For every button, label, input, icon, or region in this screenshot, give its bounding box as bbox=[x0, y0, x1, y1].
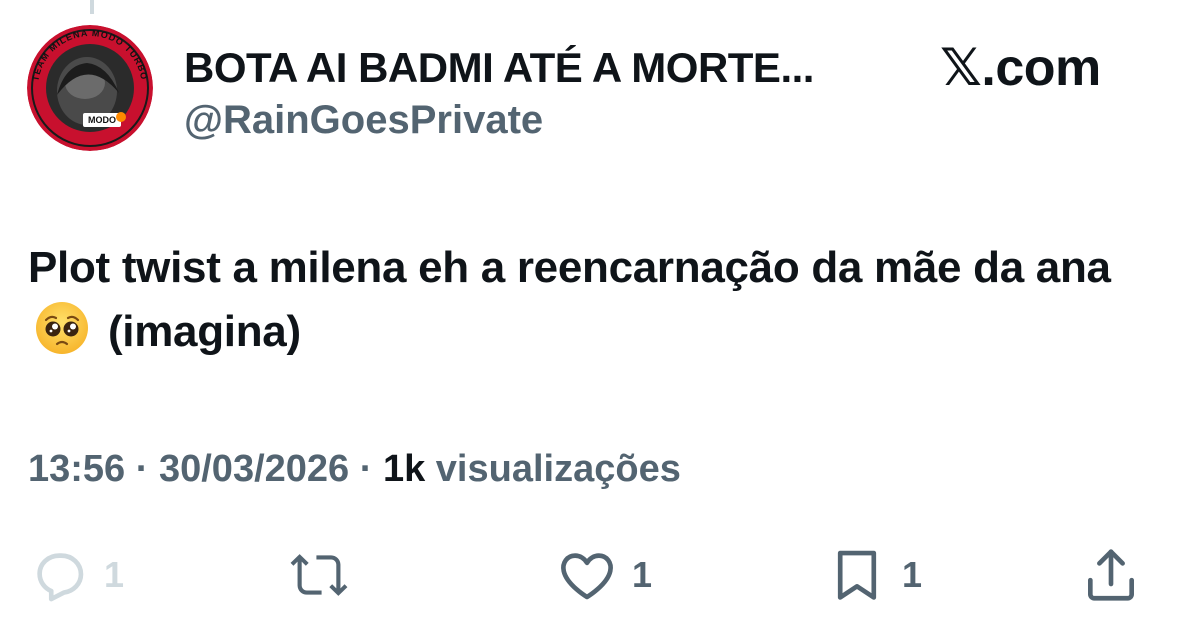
bookmark-count: 1 bbox=[902, 554, 923, 595]
bookmark-button[interactable]: 1 bbox=[826, 540, 922, 610]
reply-button[interactable]: 1 bbox=[28, 540, 124, 610]
tweet-card: MODO TEAM MILENA MODO TURBO BOTA AI BADM… bbox=[0, 0, 1179, 628]
reply-icon bbox=[37, 553, 84, 602]
display-name[interactable]: BOTA AI BADMI ATÉ A MORTE... bbox=[184, 44, 814, 92]
reply-count: 1 bbox=[104, 554, 125, 595]
tweet-text-part1: Plot twist a milena eh a reencarnação da… bbox=[28, 243, 1111, 292]
tweet-date[interactable]: 30/03/2026 bbox=[159, 448, 349, 490]
user-handle[interactable]: @RainGoesPrivate bbox=[184, 98, 543, 143]
tweet-meta: 13:56 · 30/03/2026 · 1k visualizações bbox=[28, 448, 681, 491]
meta-separator: · bbox=[359, 448, 373, 490]
avatar-image: MODO TEAM MILENA MODO TURBO bbox=[27, 25, 153, 151]
thread-connector-line bbox=[90, 0, 94, 14]
views-count: 1k bbox=[382, 448, 426, 490]
bookmark-icon bbox=[837, 550, 877, 600]
repost-icon bbox=[290, 554, 348, 596]
like-button[interactable]: 1 bbox=[556, 540, 652, 610]
tweet-text: Plot twist a milena eh a reencarnação da… bbox=[28, 236, 1128, 364]
heart-icon bbox=[561, 553, 613, 600]
share-button[interactable] bbox=[1080, 540, 1142, 610]
repost-button[interactable] bbox=[288, 540, 350, 610]
pleading-face-emoji-icon bbox=[34, 300, 90, 356]
views-label: visualizações bbox=[435, 448, 681, 490]
action-bar: 1 1 1 bbox=[0, 540, 1179, 610]
tweet-text-part2: (imagina) bbox=[107, 307, 301, 356]
meta-separator: · bbox=[135, 448, 149, 490]
share-icon bbox=[1088, 549, 1134, 601]
avatar[interactable]: MODO TEAM MILENA MODO TURBO bbox=[27, 25, 153, 151]
x-brand-logo: 𝕏.com bbox=[940, 39, 1101, 97]
tweet-time[interactable]: 13:56 bbox=[28, 448, 125, 490]
avatar-badge-text: MODO bbox=[88, 115, 116, 125]
like-count: 1 bbox=[632, 554, 653, 595]
